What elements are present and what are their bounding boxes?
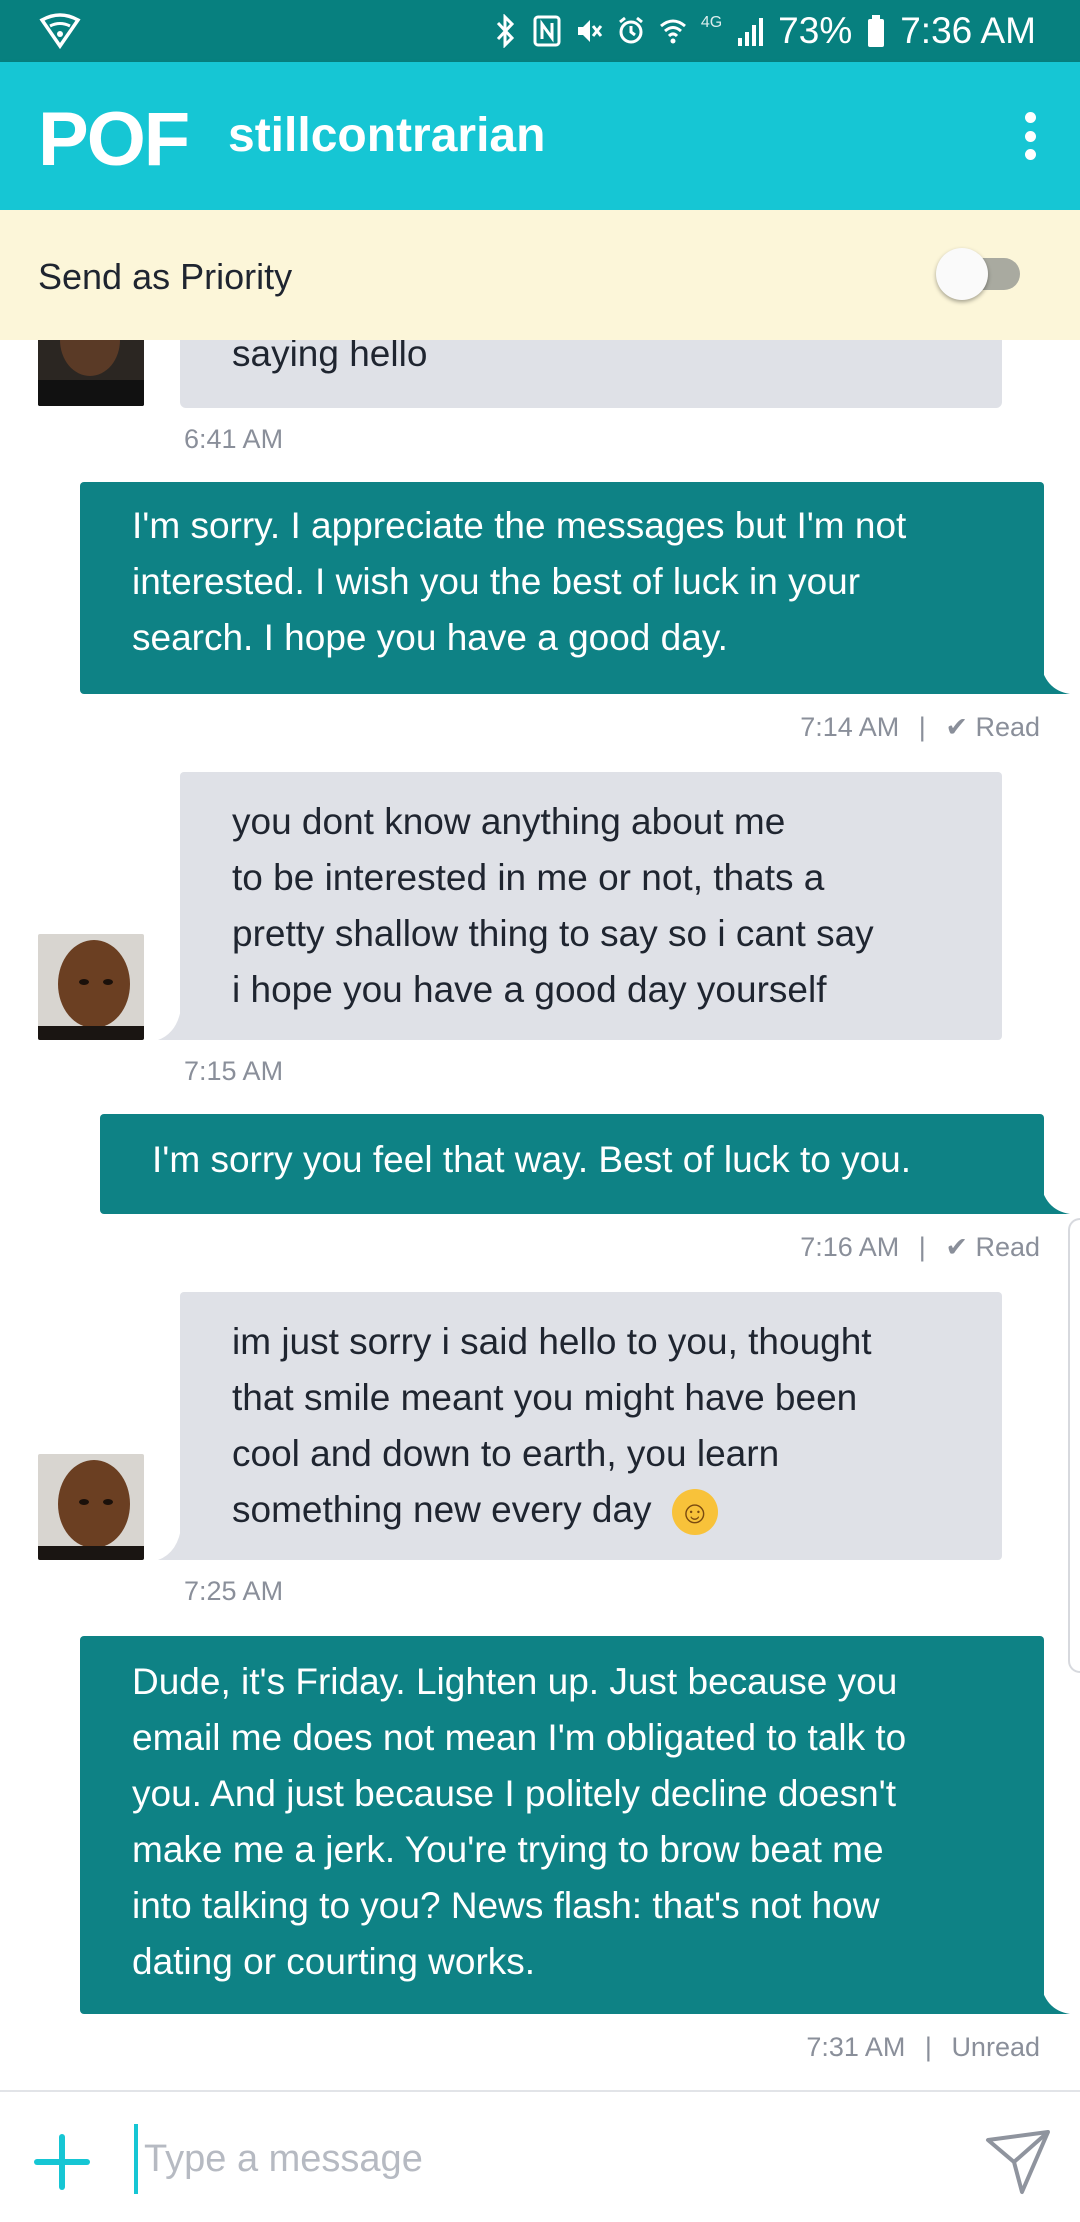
battery-percent: 73% <box>778 10 853 51</box>
more-vertical-icon[interactable] <box>1002 104 1058 168</box>
message-timestamp: 7:31 AM <box>806 2032 906 2062</box>
bubble-tail-icon <box>158 1000 182 1040</box>
scroll-indicator[interactable] <box>1068 1218 1080 1673</box>
separator: | <box>918 712 926 742</box>
status-time: 7:36 AM <box>900 10 1036 51</box>
message-bubble-incoming[interactable]: you dont know anything about me to be in… <box>180 772 1002 1040</box>
shield-wifi-icon <box>39 13 81 50</box>
wifi-icon <box>659 19 686 44</box>
message-timestamp: 7:14 AM <box>800 712 900 742</box>
message-text: I'm sorry you feel that way. Best of luc… <box>152 1139 912 1180</box>
alarm-icon <box>618 16 643 44</box>
avatar-photo <box>38 340 144 406</box>
avatar-photo <box>38 934 144 1040</box>
app-bar: POF stillcontrarian <box>0 62 1080 210</box>
pof-logo[interactable]: POF <box>38 96 190 183</box>
message-list[interactable]: saying hello 6:41 AM I'm sorry. I apprec… <box>0 340 1080 2090</box>
message-text: saying hello <box>232 340 428 374</box>
message-timestamp: 6:41 AM <box>184 424 284 454</box>
message-bubble-outgoing[interactable]: Dude, it's Friday. Lighten up. Just beca… <box>80 1636 1044 2014</box>
message-text: im just sorry i said hello to you, thoug… <box>232 1321 872 1530</box>
bubble-tail-icon <box>1040 1980 1070 2014</box>
message-timestamp: 7:15 AM <box>184 1056 284 1086</box>
bluetooth-icon <box>496 14 514 48</box>
message-bubble-incoming[interactable]: saying hello <box>180 340 1002 408</box>
avatar[interactable] <box>38 934 144 1040</box>
send-icon[interactable] <box>984 2128 1052 2196</box>
smiling-emoji-icon: ☺ <box>671 1489 718 1536</box>
message-timestamp: 7:25 AM <box>184 1576 284 1606</box>
avatar-photo <box>38 1454 144 1560</box>
message-bubble-outgoing[interactable]: I'm sorry. I appreciate the messages but… <box>80 482 1044 694</box>
message-composer <box>0 2090 1080 2222</box>
mute-icon <box>577 20 602 42</box>
separator: | <box>918 1232 926 1262</box>
conversation-username[interactable]: stillcontrarian <box>228 108 545 163</box>
message-status: 7:16 AM | ✔ Read <box>800 1232 1040 1263</box>
message-input[interactable] <box>134 2124 964 2194</box>
bubble-tail-icon <box>158 1520 182 1560</box>
nfc-icon <box>533 15 561 47</box>
read-status: Unread <box>951 2032 1040 2062</box>
read-status: Read <box>975 712 1040 742</box>
message-text: I'm sorry. I appreciate the messages but… <box>132 505 907 658</box>
message-status: 7:14 AM | ✔ Read <box>800 712 1040 743</box>
avatar[interactable] <box>38 1454 144 1560</box>
read-status: Read <box>975 1232 1040 1262</box>
status-bar: 4G 73% 7:36 AM <box>0 0 1080 62</box>
message-bubble-outgoing[interactable]: I'm sorry you feel that way. Best of luc… <box>100 1114 1044 1214</box>
priority-bar: Send as Priority <box>0 210 1080 340</box>
message-bubble-incoming[interactable]: im just sorry i said hello to you, thoug… <box>180 1292 1002 1560</box>
signal-icon <box>738 18 764 46</box>
message-status: 7:31 AM | Unread <box>806 2032 1040 2063</box>
separator: | <box>924 2032 932 2062</box>
read-check-icon: ✔ <box>945 712 968 742</box>
read-check-icon: ✔ <box>945 1232 968 1262</box>
message-text: Dude, it's Friday. Lighten up. Just beca… <box>132 1661 907 1982</box>
battery-icon <box>868 15 885 47</box>
priority-toggle-thumb[interactable] <box>936 248 988 300</box>
avatar[interactable] <box>38 340 144 406</box>
message-text: you dont know anything about me to be in… <box>232 801 874 1010</box>
network-type: 4G <box>700 14 723 31</box>
bubble-tail-icon <box>1040 660 1070 694</box>
priority-label: Send as Priority <box>38 256 293 297</box>
bubble-tail-icon <box>1040 1180 1070 1214</box>
message-timestamp: 7:16 AM <box>800 1232 900 1262</box>
plus-icon[interactable] <box>34 2134 90 2190</box>
